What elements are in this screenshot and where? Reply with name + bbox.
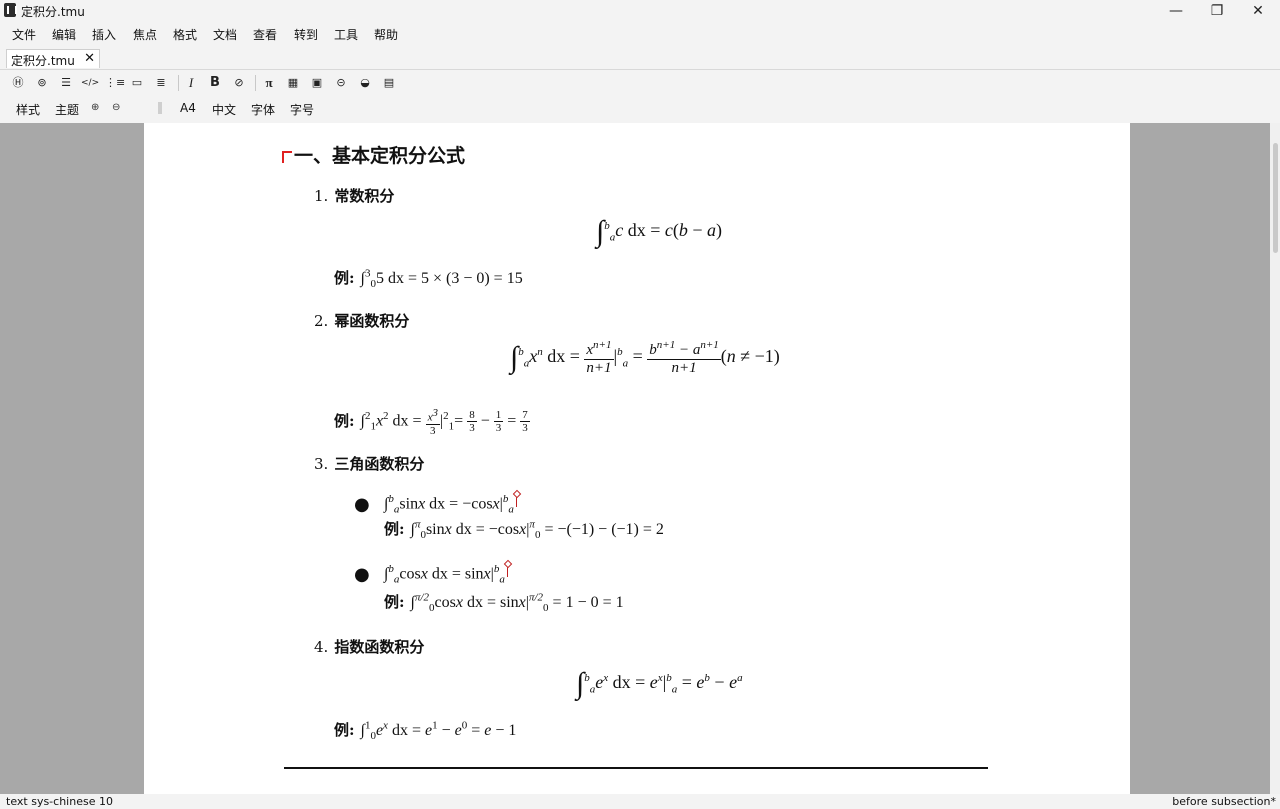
formula-sine: ∫basinx dx = −cosx|ba	[384, 493, 522, 516]
tab-label: 定积分.tmu	[11, 54, 75, 68]
code-icon[interactable]: </>	[81, 74, 99, 92]
formula-constant: ∫bac dx = c(b − a)	[596, 215, 723, 248]
status-context: before subsection*	[1172, 795, 1276, 808]
menu-view[interactable]: 查看	[253, 26, 277, 43]
subsection-heading: 2. 幂函数积分	[314, 310, 409, 331]
menu-document[interactable]: 文档	[213, 26, 237, 43]
bullet-icon: ●	[354, 564, 370, 585]
subsection-number: 3.	[314, 455, 329, 473]
anchor-marker-icon	[515, 493, 522, 507]
image-icon[interactable]: ▣	[308, 74, 326, 92]
location-icon[interactable]: ⊚	[33, 74, 51, 92]
example-label: 例:	[334, 411, 355, 430]
link-chain-icon[interactable]: ⊘	[230, 74, 248, 92]
subsection-heading: 1. 常数积分	[314, 185, 394, 206]
menu-bar: 文件 编辑 插入 焦点 格式 文档 查看 转到 工具 帮助	[0, 24, 1280, 44]
frame-icon[interactable]: ▤	[380, 74, 398, 92]
subsection-title: 三角函数积分	[334, 455, 425, 473]
subsection-title: 指数函数积分	[334, 638, 425, 656]
table-icon[interactable]: ▦	[284, 74, 302, 92]
subsection-title: 幂函数积分	[334, 312, 410, 330]
style-menu[interactable]: 样式	[16, 101, 40, 118]
document-page[interactable]: 一、基本定积分公式 1. 常数积分 ∫bac dx = c(b − a) 例: ∫3…	[144, 123, 1130, 794]
tab-bar: 定积分.tmu ✕	[0, 48, 1280, 70]
font-size-menu[interactable]: 字号	[290, 101, 314, 118]
example-label: 例:	[334, 269, 355, 287]
bold-icon[interactable]: B	[206, 74, 224, 92]
minimize-button[interactable]: —	[1156, 0, 1196, 22]
example-label: 例:	[384, 593, 405, 611]
subsection-heading: 4. 指数函数积分	[314, 636, 424, 657]
language-menu[interactable]: 中文	[212, 101, 236, 118]
horizontal-rule	[284, 767, 988, 769]
formula-power: ∫baxn dx = xn+1 n+1 |ba = bn+1 − an+1 n+1 (n…	[510, 339, 780, 376]
paper-size-menu[interactable]: A4	[180, 101, 196, 115]
tab-document[interactable]: 定积分.tmu ✕	[6, 49, 100, 68]
status-bar: text sys-chinese 10 before subsection*	[0, 794, 1280, 809]
bullet-icon: ●	[354, 494, 370, 515]
menu-tools[interactable]: 工具	[334, 26, 358, 43]
list-indent-icon[interactable]: ⋮≡	[105, 74, 125, 92]
menu-help[interactable]: 帮助	[374, 26, 398, 43]
subsection-number: 2.	[314, 312, 329, 330]
subsection-number: 4.	[314, 638, 329, 656]
scroll-thumb[interactable]	[1273, 143, 1278, 253]
cursor-marker	[282, 151, 292, 163]
formula-cosine: ∫bacosx dx = sinx|ba	[384, 563, 513, 586]
anchor-marker-icon	[506, 563, 513, 577]
menu-goto[interactable]: 转到	[294, 26, 318, 43]
subsection-number: 1.	[314, 187, 329, 205]
link-icon[interactable]: ⊝	[332, 74, 350, 92]
style-toolbar: 样式 主题 ⊕ ⊖ A4 中文 字体 字号	[0, 98, 1280, 120]
subsection-title: 常数积分	[334, 187, 395, 205]
example-label: 例:	[384, 520, 405, 538]
format-toolbar: Ⓗ ⊚ ☰ </> ⋮≡ ▭ ≣ I B ⊘ π ▦ ▣ ⊝ ◒ ▤	[0, 72, 1280, 94]
example-cosine: 例: ∫π/20cosx dx = sinx|π/20 = 1 − 0 = 1	[384, 591, 624, 615]
toolbar-separator	[255, 75, 256, 91]
app-icon	[4, 3, 17, 17]
menu-focus[interactable]: 焦点	[133, 26, 157, 43]
vertical-scrollbar[interactable]	[1270, 123, 1280, 794]
toolbar-separator	[178, 75, 179, 91]
align-icon[interactable]: ≣	[152, 74, 170, 92]
menu-insert[interactable]: 插入	[92, 26, 116, 43]
status-mode: text sys-chinese 10	[6, 795, 113, 808]
window-title: 定积分.tmu	[21, 5, 85, 19]
pi-icon[interactable]: π	[260, 74, 278, 92]
zoom-out-icon[interactable]: ⊖	[112, 102, 120, 113]
comment-icon[interactable]: ▭	[128, 74, 146, 92]
title-bar: 定积分.tmu — ❐ ✕	[0, 0, 1280, 22]
restore-button[interactable]: ❐	[1197, 0, 1237, 22]
section-heading: 一、基本定积分公式	[294, 145, 466, 167]
list-icon[interactable]: ☰	[57, 74, 75, 92]
tab-divider	[0, 69, 1280, 70]
example-power: 例: ∫21x2 dx = x3 3 |21= 83 − 13 = 73	[334, 407, 530, 437]
example-constant: 例: ∫305 dx = 5 × (3 − 0) = 15	[334, 267, 523, 291]
menu-format[interactable]: 格式	[173, 26, 197, 43]
close-window-button[interactable]: ✕	[1238, 0, 1278, 22]
theme-menu[interactable]: 主题	[55, 101, 79, 118]
formula-exponential: ∫baex dx = ex|ba = eb − ea	[576, 667, 743, 700]
example-sine: 例: ∫π0sinx dx = −cosx|π0 = −(−1) − (−1) =…	[384, 518, 664, 542]
tab-close-icon[interactable]: ✕	[84, 51, 95, 66]
menu-file[interactable]: 文件	[12, 26, 36, 43]
toolbar-separator	[158, 102, 162, 114]
tag-icon[interactable]: ◒	[356, 74, 374, 92]
editor-workspace: 一、基本定积分公式 1. 常数积分 ∫bac dx = c(b − a) 例: ∫3…	[0, 123, 1280, 794]
menu-edit[interactable]: 编辑	[52, 26, 76, 43]
example-exponential: 例: ∫10ex dx = e1 − e0 = e − 1	[334, 719, 517, 743]
font-menu[interactable]: 字体	[251, 101, 275, 118]
italic-icon[interactable]: I	[182, 74, 200, 92]
example-label: 例:	[334, 721, 355, 739]
section-icon[interactable]: Ⓗ	[9, 74, 27, 92]
zoom-in-icon[interactable]: ⊕	[91, 102, 99, 113]
subsection-heading: 3. 三角函数积分	[314, 453, 424, 474]
